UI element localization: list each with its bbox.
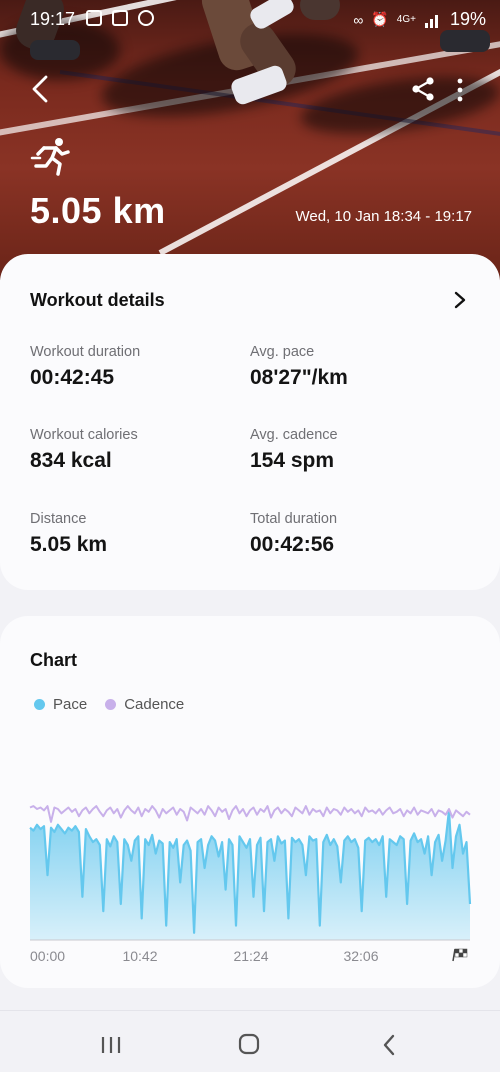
metric-workout-duration: Workout duration 00:42:45 <box>30 344 140 390</box>
metric-value: 00:42:56 <box>250 533 335 556</box>
runner-shoe <box>30 40 80 60</box>
share-icon[interactable] <box>410 76 436 102</box>
running-activity-icon <box>30 138 70 176</box>
metric-total-duration: Total duration 00:42:56 <box>250 511 337 557</box>
finish-flag-icon <box>452 948 468 962</box>
signal-icon <box>424 14 438 28</box>
metric-label: Total duration <box>250 511 338 527</box>
pace-area <box>30 810 470 940</box>
status-right: ∞ ⏰ 4G+ 19% <box>353 9 486 30</box>
metric-avg-pace: Avg. pace 08'27"/km <box>250 344 348 390</box>
metric-value: 154 spm <box>250 449 335 472</box>
metric-value: 5.05 km <box>30 533 108 556</box>
metric-value: 00:42:45 <box>30 366 115 389</box>
network-label: 4G+ <box>396 14 416 25</box>
more-options-icon[interactable] <box>450 76 470 104</box>
metric-label: Distance <box>30 511 87 527</box>
workout-distance-headline: 5.05 km <box>30 190 166 231</box>
hero-banner: 19:17 ∞ ⏰ 4G+ 19% 5.05 km Wed, 10 Jan 18… <box>0 0 500 280</box>
notification-icons <box>86 10 154 26</box>
x-tick-label: 10:42 <box>122 948 157 964</box>
recent-apps-icon[interactable] <box>96 1033 126 1057</box>
metric-workout-calories: Workout calories 834 kcal <box>30 427 138 473</box>
gallery-icon <box>112 10 128 26</box>
cadence-series-line <box>29 805 471 823</box>
notification-icon <box>86 10 102 26</box>
home-icon[interactable] <box>234 1033 264 1057</box>
x-tick-label: 32:06 <box>343 948 378 964</box>
back-arrow-icon[interactable] <box>26 72 56 106</box>
chevron-right-icon[interactable] <box>452 290 468 310</box>
status-bar: 19:17 ∞ ⏰ 4G+ 19% <box>0 0 500 38</box>
metric-label: Workout duration <box>30 344 141 360</box>
workout-details-card[interactable]: Workout details Workout duration 00:42:4… <box>0 254 500 590</box>
link-icon: ∞ <box>353 11 364 28</box>
alarm-icon: ⏰ <box>371 11 389 27</box>
system-navigation-bar <box>0 1010 500 1072</box>
metric-distance: Distance 5.05 km <box>30 511 107 557</box>
metric-label: Avg. cadence <box>250 427 338 443</box>
workout-details-title: Workout details <box>30 290 165 310</box>
metric-label: Workout calories <box>30 427 138 443</box>
metric-value: 834 kcal <box>30 449 112 472</box>
x-tick-label: 00:00 <box>30 948 65 964</box>
metric-avg-cadence: Avg. cadence 154 spm <box>250 427 338 473</box>
metric-value: 08'27"/km <box>250 366 348 389</box>
x-tick-label: 21:24 <box>233 948 268 964</box>
metric-label: Avg. pace <box>250 344 315 360</box>
whatsapp-icon <box>138 10 154 26</box>
chart-card: Chart Pace Cadence 00:00 10:42 21:24 32:06 <box>0 616 500 988</box>
back-nav-icon[interactable] <box>374 1033 404 1057</box>
pace-cadence-chart: 00:00 10:42 21:24 32:06 <box>29 805 472 964</box>
workout-date-range: Wed, 10 Jan 18:34 - 19:17 <box>295 208 472 225</box>
status-time: 19:17 <box>30 9 76 29</box>
battery-percent: 19% <box>449 9 486 29</box>
